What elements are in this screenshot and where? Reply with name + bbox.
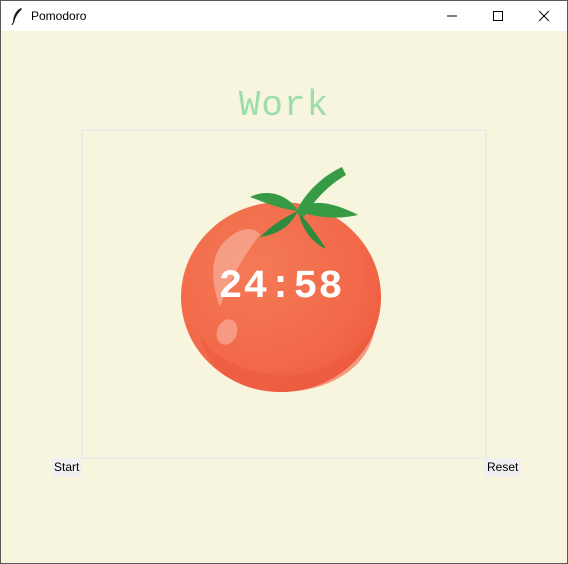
maximize-button[interactable] xyxy=(475,1,521,31)
timer-display: 24:58 xyxy=(218,265,344,310)
reset-button[interactable]: Reset xyxy=(484,458,522,477)
close-button[interactable] xyxy=(521,1,567,31)
start-button[interactable]: Start xyxy=(51,458,83,477)
minimize-button[interactable] xyxy=(429,1,475,31)
title-bar[interactable]: Pomodoro xyxy=(1,1,567,31)
maximize-icon xyxy=(493,11,503,21)
close-icon xyxy=(538,10,550,22)
feather-icon xyxy=(11,8,22,25)
mode-label: Work xyxy=(238,85,330,126)
minimize-icon xyxy=(447,15,457,17)
app-window: Pomodoro Work 24:58 Start Reset xyxy=(0,0,568,564)
window-title: Pomodoro xyxy=(31,9,87,23)
